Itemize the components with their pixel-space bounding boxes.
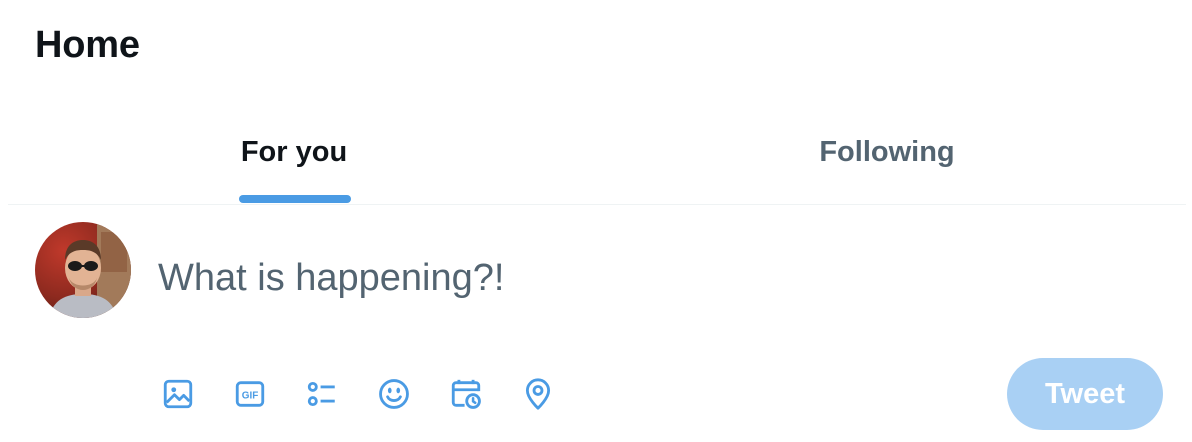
tab-label: Following (819, 135, 955, 168)
poll-button[interactable] (298, 370, 346, 418)
location-button[interactable] (514, 370, 562, 418)
tab-label: For you (240, 135, 348, 168)
timeline-tabs: For you Following (8, 100, 1186, 205)
gif-icon: GIF (235, 381, 265, 407)
gif-button[interactable]: GIF (226, 370, 274, 418)
active-tab-indicator (239, 195, 351, 203)
location-icon (525, 378, 551, 410)
tab-for-you[interactable]: For you (8, 100, 582, 204)
emoji-button[interactable] (370, 370, 418, 418)
image-icon (163, 379, 193, 409)
emoji-icon (379, 379, 409, 409)
tweet-button[interactable]: Tweet (1007, 358, 1163, 430)
schedule-button[interactable] (442, 370, 490, 418)
tab-following[interactable]: Following (582, 100, 1186, 204)
poll-icon (307, 381, 335, 407)
compose-input[interactable] (158, 250, 1138, 306)
home-timeline: Home For you Following What is happening… (0, 0, 1192, 442)
avatar-image (35, 222, 131, 318)
schedule-icon (451, 379, 481, 409)
page-title: Home (35, 24, 140, 66)
compose-toolbar: GIF (154, 370, 586, 418)
avatar[interactable] (35, 222, 131, 318)
media-button[interactable] (154, 370, 202, 418)
gif-icon-text: GIF (242, 390, 259, 401)
